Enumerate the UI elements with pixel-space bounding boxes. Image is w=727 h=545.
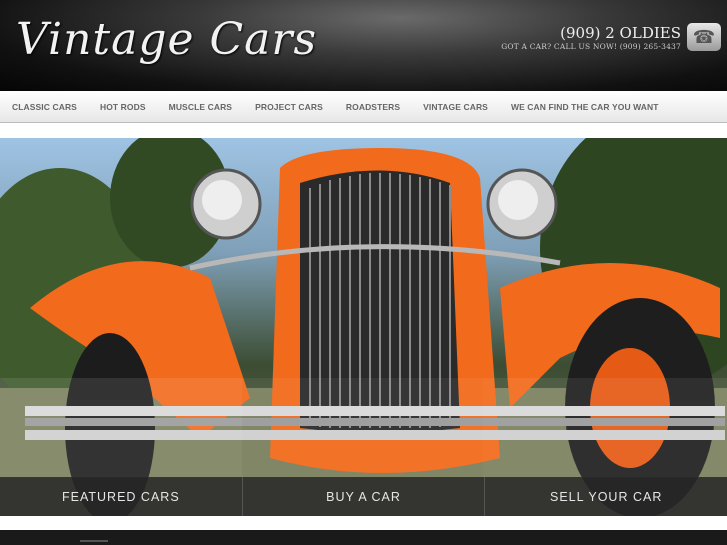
overlay-panel-left [0, 378, 242, 478]
nav-item-muscle-cars[interactable]: MUSCLE CARS [169, 102, 232, 112]
overlay-panel-right [483, 378, 727, 478]
nav-item-vintage-cars[interactable]: VINTAGE CARS [423, 102, 488, 112]
site-header: Vintage Cars (909) 2 OLDIES GOT A CAR? C… [0, 0, 727, 91]
hot-rod-illustration [0, 138, 727, 516]
phone-icon[interactable]: ☎ [687, 23, 721, 51]
sell-your-car-button[interactable]: SELL YOUR CAR [485, 477, 727, 516]
hero-image [0, 138, 727, 516]
overlay-panel-mid [242, 378, 483, 478]
nav-item-roadsters[interactable]: ROADSTERS [346, 102, 400, 112]
footer-bar [0, 530, 727, 545]
nav-item-classic-cars[interactable]: CLASSIC CARS [12, 102, 77, 112]
main-nav: CLASSIC CARS HOT RODS MUSCLE CARS PROJEC… [0, 91, 727, 123]
hero-buttons: FEATURED CARS BUY A CAR SELL YOUR CAR [0, 477, 727, 516]
phone-text-block: (909) 2 OLDIES GOT A CAR? CALL US NOW! (… [501, 24, 681, 51]
nav-spacer [0, 123, 727, 138]
site-logo[interactable]: Vintage Cars [16, 14, 317, 65]
nav-item-project-cars[interactable]: PROJECT CARS [255, 102, 323, 112]
nav-item-find-car[interactable]: WE CAN FIND THE CAR YOU WANT [511, 102, 659, 112]
left-headlight-lens [202, 180, 242, 220]
phone-subtext: GOT A CAR? CALL US NOW! (909) 265-3437 [501, 41, 681, 51]
buy-a-car-button[interactable]: BUY A CAR [242, 477, 486, 516]
phone-contact: (909) 2 OLDIES GOT A CAR? CALL US NOW! (… [501, 20, 721, 54]
footer-divider [80, 540, 108, 542]
nav-item-hot-rods[interactable]: HOT RODS [100, 102, 146, 112]
phone-number[interactable]: (909) 2 OLDIES [501, 24, 681, 42]
featured-cars-button[interactable]: FEATURED CARS [0, 477, 243, 516]
right-headlight-lens [498, 180, 538, 220]
